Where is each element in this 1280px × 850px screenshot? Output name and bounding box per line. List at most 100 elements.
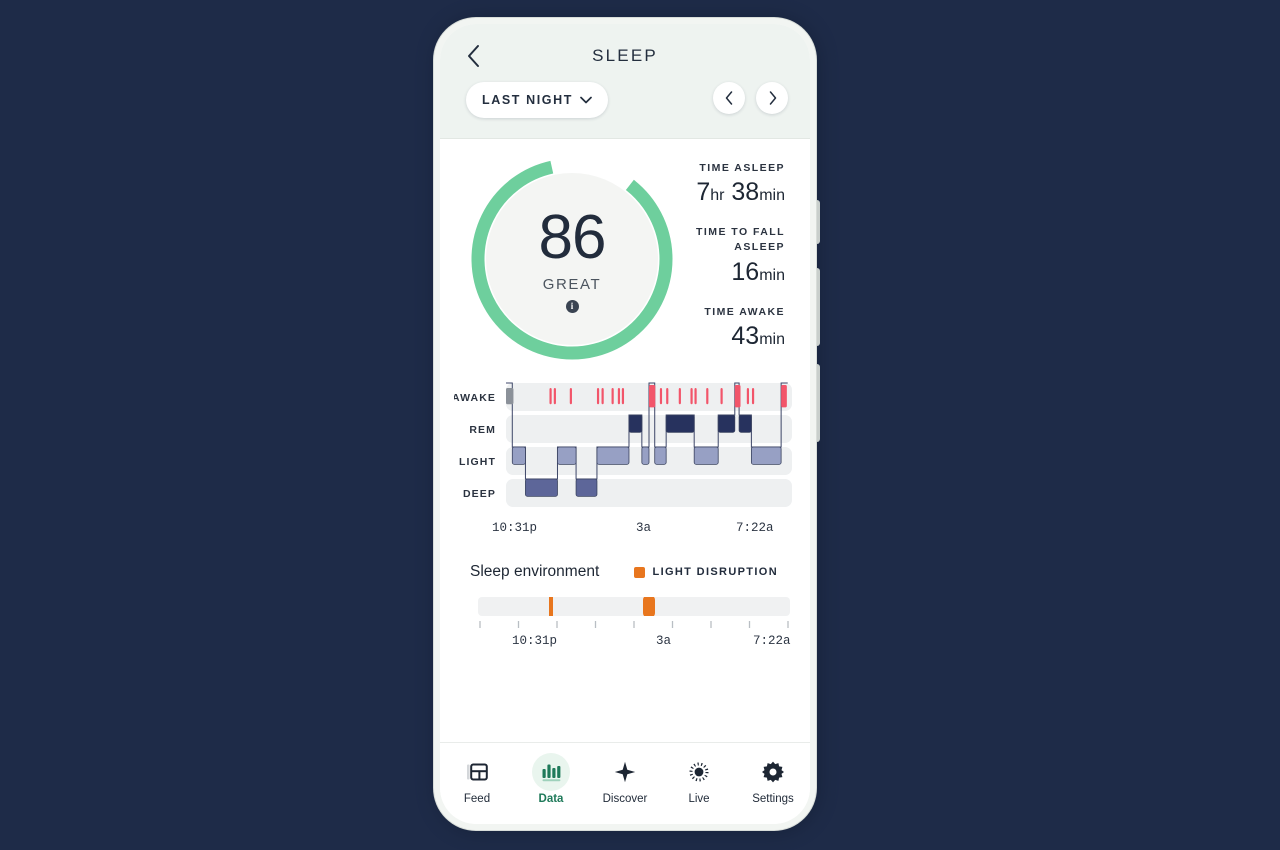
hypnogram-segment [717,414,736,433]
sleep-stats-list: TIME ASLEEP 7hr 38min TIME TO FALL ASLEEP 1… [653,161,785,351]
hypnogram-awake-mark [506,388,514,405]
environment-title: Sleep environment [470,563,600,580]
hypnogram-awake-mark [617,388,621,405]
environment-legend: LIGHT DISRUPTION [633,566,779,578]
environment-time-end: 7:22a [753,634,791,648]
bar-chart-icon [532,753,570,791]
nav-item-live[interactable]: Live [662,753,736,805]
bottom-navigation: Feed Data Discover Live Settings [440,742,810,824]
date-range-dropdown[interactable]: LAST NIGHT [466,82,608,118]
hypnogram-segment [641,446,650,465]
hypnogram-segment [738,414,752,433]
hypnogram-awake-mark [694,388,697,405]
gear-icon [754,753,792,791]
sleep-score-label: GREAT [542,275,602,293]
header-title-row: SLEEP [440,38,810,74]
environment-time-axis: 10:31p 3a 7:22a [478,634,791,650]
sleep-content: 86 GREAT i TIME ASLEEP 7hr 38min TIME TO F… [440,139,810,742]
stat-label: TIME TO FALL ASLEEP [696,226,785,254]
stat-item: TIME ASLEEP 7hr 38min [653,161,785,207]
hypnogram-stage-label: DEEP [463,488,496,500]
hypnogram-awake-mark [569,388,572,405]
app-header: SLEEP LAST NIGHT [440,24,810,138]
nav-item-label: Discover [602,793,648,805]
date-range-label: LAST NIGHT [482,93,573,107]
feed-layout-icon [458,753,496,791]
hypnogram-time-axis: 10:31p 3a 7:22a [440,521,788,539]
compass-star-icon [606,753,644,791]
hypnogram-awake-mark [746,388,750,405]
phone-side-button-mute[interactable] [816,200,820,244]
live-pulse-icon [680,753,718,791]
stat-value: 16min [731,257,785,286]
screenshot-root: SLEEP LAST NIGHT 86 GREAT i TIME ASLEEP … [0,0,1280,850]
hypnogram-awake-mark [734,385,741,408]
hypnogram-segment [628,414,643,433]
phone-screen: SLEEP LAST NIGHT 86 GREAT i TIME ASLEEP … [440,24,810,824]
hypnogram-stage-label: AWAKE [454,392,496,404]
hypnogram-segment [654,446,667,465]
hypnogram-section: AWAKE REM LIGHT DEEP 10:31p 3a 7:22a [440,377,810,539]
environment-track-row: 10:31p 3a 7:22a [462,597,791,650]
nav-item-label: Feed [463,793,491,805]
nav-item-label: Live [688,793,710,805]
hypnogram-segment [596,446,630,465]
hypnogram-awake-mark [666,388,669,405]
stat-label: TIME ASLEEP [699,162,785,174]
hypnogram-segment [511,446,526,465]
score-ring-center: 86 GREAT i [464,153,680,365]
hypnogram-awake-mark [549,388,552,405]
hypnogram-segment [575,478,598,497]
previous-day-button[interactable] [713,82,745,114]
light-disruption-swatch [633,566,645,578]
sleep-score-section: 86 GREAT i TIME ASLEEP 7hr 38min TIME TO F… [440,139,810,371]
phone-side-button-volume-up[interactable] [816,268,820,346]
sleep-environment-section: Sleep environment LIGHT DISRUPTION 10:31… [440,563,810,650]
hypnogram-time-start: 10:31p [492,521,538,535]
info-glyph: i [570,300,574,311]
hypnogram-chart: AWAKE REM LIGHT DEEP [454,382,792,507]
hypnogram-stage-label: REM [469,424,496,436]
hypnogram-awake-mark [706,388,709,405]
environment-time-start: 10:31p [512,634,558,648]
info-icon[interactable]: i [565,299,579,313]
environment-tick-axis [479,621,789,628]
stat-value: 43min [731,321,785,350]
nav-item-settings[interactable]: Settings [736,753,810,805]
phone-side-button-volume-down[interactable] [816,364,820,442]
nav-item-feed[interactable]: Feed [440,753,514,805]
stat-item: TIME TO FALL ASLEEP 16min [653,225,785,286]
chevron-left-icon [467,45,479,67]
environment-header: Sleep environment LIGHT DISRUPTION [462,563,788,581]
hypnogram-awake-mark [596,388,600,405]
light-disruption-track[interactable] [478,597,790,616]
hypnogram-awake-mark [751,388,755,405]
hypnogram-awake-mark [611,388,614,405]
sleep-score-value: 86 [538,203,607,273]
sleep-score-ring: 86 GREAT i [464,153,680,365]
hypnogram-awake-mark [659,388,663,405]
nav-item-discover[interactable]: Discover [588,753,662,805]
chevron-down-icon [580,96,592,104]
hypnogram-awake-mark [720,388,723,405]
hypnogram-stage-label: LIGHT [459,456,496,468]
hypnogram-time-end: 7:22a [736,521,774,535]
hypnogram-segment [525,478,558,497]
nav-item-data[interactable]: Data [514,753,588,805]
environment-time-mid: 3a [656,634,672,648]
hypnogram-segment [750,446,782,465]
hypnogram-awake-mark [690,388,693,405]
hypnogram-awake-mark [621,388,625,405]
hypnogram-awake-mark [781,385,787,408]
nav-item-label: Data [538,793,564,805]
page-title: SLEEP [592,46,658,65]
stat-item: TIME AWAKE 43min [653,305,785,351]
hypnogram-awake-mark [649,385,656,408]
back-button[interactable] [460,43,486,69]
chevron-right-icon [769,91,776,105]
stat-value: 7hr 38min [696,178,785,207]
light-disruption-marker [642,597,656,616]
next-day-button[interactable] [756,82,788,114]
light-disruption-marker [549,597,554,616]
light-disruption-label: LIGHT DISRUPTION [652,566,778,578]
